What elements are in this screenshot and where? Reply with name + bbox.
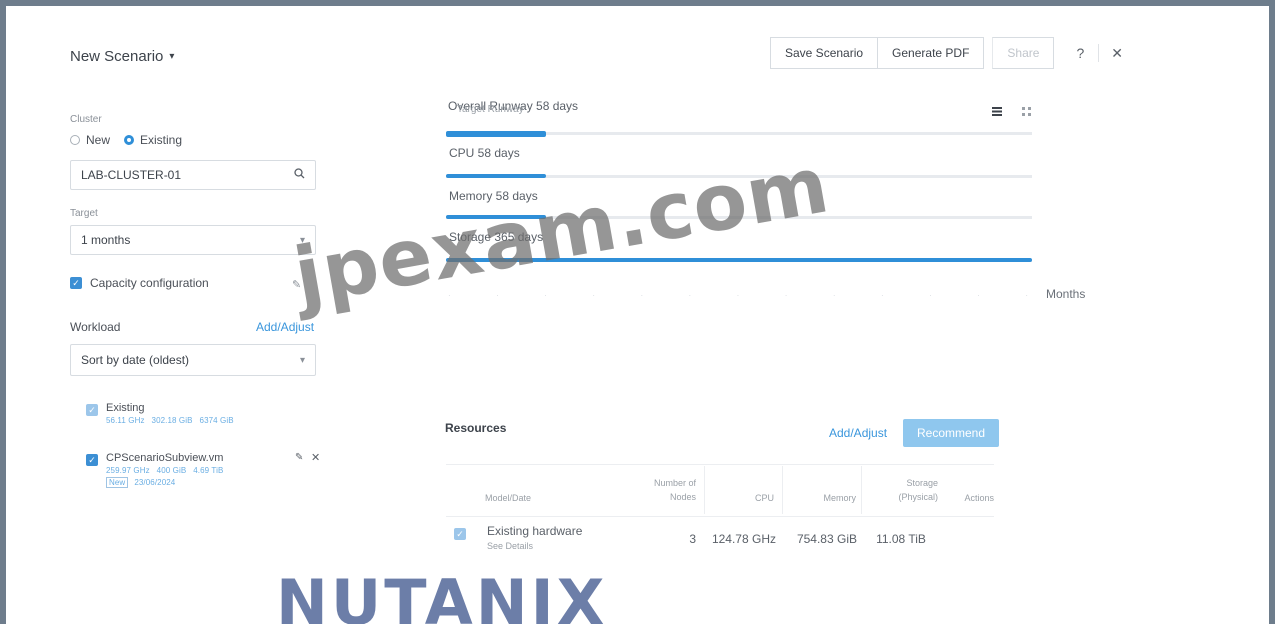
workload-cpu: 56.11 GHz [106,416,145,425]
row-storage: 11.08 TiB [876,532,926,546]
axis-tick: · [592,291,595,300]
axis-tick: · [1025,291,1028,300]
column-header-memory: Memory [823,493,856,503]
sort-value: Sort by date (oldest) [81,353,190,367]
toolbar: Save Scenario Generate PDF Share ? ✕ [770,37,1123,69]
chevron-down-icon: ▾ [169,51,175,62]
runway-overall-row: Overall Runway 58 days Target Runway [443,99,1043,129]
nutanix-logo: NUTANIX TM [276,572,621,624]
workload-memory: 302.18 GiB [151,416,193,425]
axis-tick: · [496,291,499,300]
resources-add-adjust-link[interactable]: Add/Adjust [829,426,887,440]
cluster-radio-group: New Existing [70,133,182,147]
list-view-icon[interactable] [992,103,1002,119]
table-top-divider [446,464,994,465]
axis-tick: · [832,291,836,300]
close-icon[interactable]: ✕ [1111,45,1123,62]
workload-meta: 56.11 GHz 302.18 GiB 6374 GiB [106,416,234,425]
cluster-label: Cluster [70,114,102,125]
workload-sort-select[interactable]: Sort by date (oldest) ▾ [70,344,316,376]
resources-title: Resources [445,421,507,435]
status-badge: New [106,477,129,488]
column-divider [704,466,705,514]
workload-name: Existing [106,402,145,414]
target-label: Target [70,208,98,219]
target-select[interactable]: 1 months ▾ [70,225,316,255]
app-frame: New Scenario ▾ Save Scenario Generate PD… [0,0,1275,624]
workload-tag-row: New 23/06/2024 [106,477,223,488]
see-details-link[interactable]: See Details [487,541,582,551]
checkbox-checked-icon[interactable]: ✓ [70,277,82,289]
workload-name: CPScenarioSubview.vm [106,452,224,464]
capacity-config-row[interactable]: ✓ Capacity configuration [70,276,209,290]
checkbox-checked-icon[interactable]: ✓ [86,454,98,466]
logo-text: NUTANIX [276,566,608,624]
target-value: 1 months [81,233,131,247]
axis-tick: · [640,291,644,300]
column-header-cpu: CPU [754,493,774,503]
toolbar-divider [1098,44,1100,62]
column-header-model: Model/Date [485,493,532,503]
column-header-actions: Actions [964,493,994,503]
search-icon[interactable] [294,168,305,182]
column-divider [782,466,783,514]
grid-view-icon[interactable] [1022,103,1031,119]
axis-tick: · [736,291,740,300]
generate-pdf-button[interactable]: Generate PDF [878,37,985,69]
radio-selected-icon [124,135,135,145]
cluster-value: LAB-CLUSTER-01 [81,168,182,182]
axis-tick: · [880,291,884,300]
row-nodes: 3 [689,532,696,546]
cpu-runway-label: CPU 58 days [449,146,520,160]
workload-item-body: CPScenarioSubview.vm 259.97 GHz 400 GiB … [106,452,224,488]
axis-tick: · [929,291,932,300]
page-title: New Scenario [70,48,164,65]
checkbox-checked-icon[interactable]: ✓ [86,404,98,416]
column-header-nodes: Number of Nodes [653,478,696,502]
workload-storage: 4.69 TiB [193,466,224,475]
cluster-search-field[interactable]: LAB-CLUSTER-01 [70,160,316,190]
axis-tick: · [544,291,547,300]
radio-new-label: New [86,133,111,147]
row-memory: 754.83 GiB [796,532,857,546]
radio-new[interactable]: New [70,133,110,147]
table-header-divider [446,516,994,517]
save-scenario-button[interactable]: Save Scenario [770,37,879,69]
workload-meta: 259.97 GHz 400 GiB 4.69 TiB [106,466,223,475]
axis-tick: · [977,291,980,300]
row-model-cell: Existing hardware See Details [487,524,582,551]
axis-tick: · [688,291,692,300]
edit-pencil-icon[interactable]: ✎ [295,452,303,463]
radio-existing[interactable]: Existing [124,133,182,147]
table-row[interactable]: ✓ Existing hardware See Details 3 124.78… [446,520,994,560]
workload-memory: 400 GiB [156,466,187,475]
row-cpu: 124.78 GHz [711,532,776,546]
chevron-down-icon: ▾ [299,354,305,366]
workload-item[interactable]: ✓ Existing 56.11 GHz 302.18 GiB 6374 GiB [86,402,234,425]
cpu-runway-bar [446,174,546,178]
overall-runway-bar [446,131,546,137]
remove-icon[interactable]: ✕ [311,451,320,464]
workload-date: 23/06/2024 [134,478,176,487]
workload-cpu: 259.97 GHz [106,466,150,475]
scenario-title-dropdown[interactable]: New Scenario ▾ [70,48,174,65]
checkbox-checked-icon[interactable]: ✓ [454,528,466,540]
column-header-storage: Storage (Physical) [898,478,938,502]
axis-tick: · [784,291,788,300]
help-icon[interactable]: ? [1076,45,1084,61]
workload-item[interactable]: ✓ CPScenarioSubview.vm 259.97 GHz 400 Gi… [86,452,224,488]
runway-axis: · · · · · · · · · · · · · [448,291,1028,300]
capacity-config-label: Capacity configuration [90,276,209,290]
recommend-button[interactable]: Recommend [903,419,999,447]
target-runway-label: Target Runway [457,104,524,115]
axis-unit-label: Months [1046,287,1086,301]
radio-circle-icon [70,135,80,145]
row-model: Existing hardware [487,524,583,538]
radio-existing-label: Existing [140,133,183,147]
share-button[interactable]: Share [992,37,1055,69]
column-divider [861,466,862,514]
workload-item-body: Existing 56.11 GHz 302.18 GiB 6374 GiB [106,402,234,425]
workload-storage: 6374 GiB [199,416,234,425]
workload-label: Workload [70,320,121,334]
